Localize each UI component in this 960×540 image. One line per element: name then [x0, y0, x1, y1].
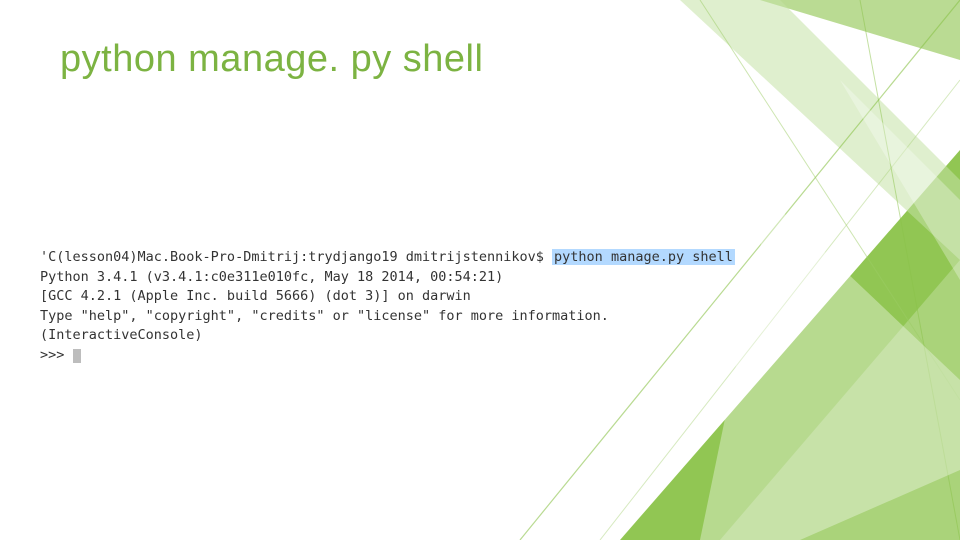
terminal-line-3: [GCC 4.2.1 (Apple Inc. build 5666) (dot …: [40, 287, 735, 307]
shell-prompt: 'C(lesson04)Mac.Book-Pro-Dmitrij:trydjan…: [40, 249, 552, 265]
terminal-line-1: 'C(lesson04)Mac.Book-Pro-Dmitrij:trydjan…: [40, 248, 735, 268]
cursor-icon: [73, 349, 81, 363]
terminal-output: 'C(lesson04)Mac.Book-Pro-Dmitrij:trydjan…: [40, 248, 735, 365]
slide-title: python manage. py shell: [60, 38, 483, 81]
slide: python manage. py shell 'C(lesson04)Mac.…: [0, 0, 960, 540]
terminal-line-5: (InteractiveConsole): [40, 326, 735, 346]
terminal-line-2: Python 3.4.1 (v3.4.1:c0e311e010fc, May 1…: [40, 268, 735, 288]
highlighted-command: python manage.py shell: [552, 249, 735, 265]
terminal-line-6: >>>: [40, 346, 735, 366]
terminal-line-4: Type "help", "copyright", "credits" or "…: [40, 307, 735, 327]
repl-prompt: >>>: [40, 347, 73, 363]
